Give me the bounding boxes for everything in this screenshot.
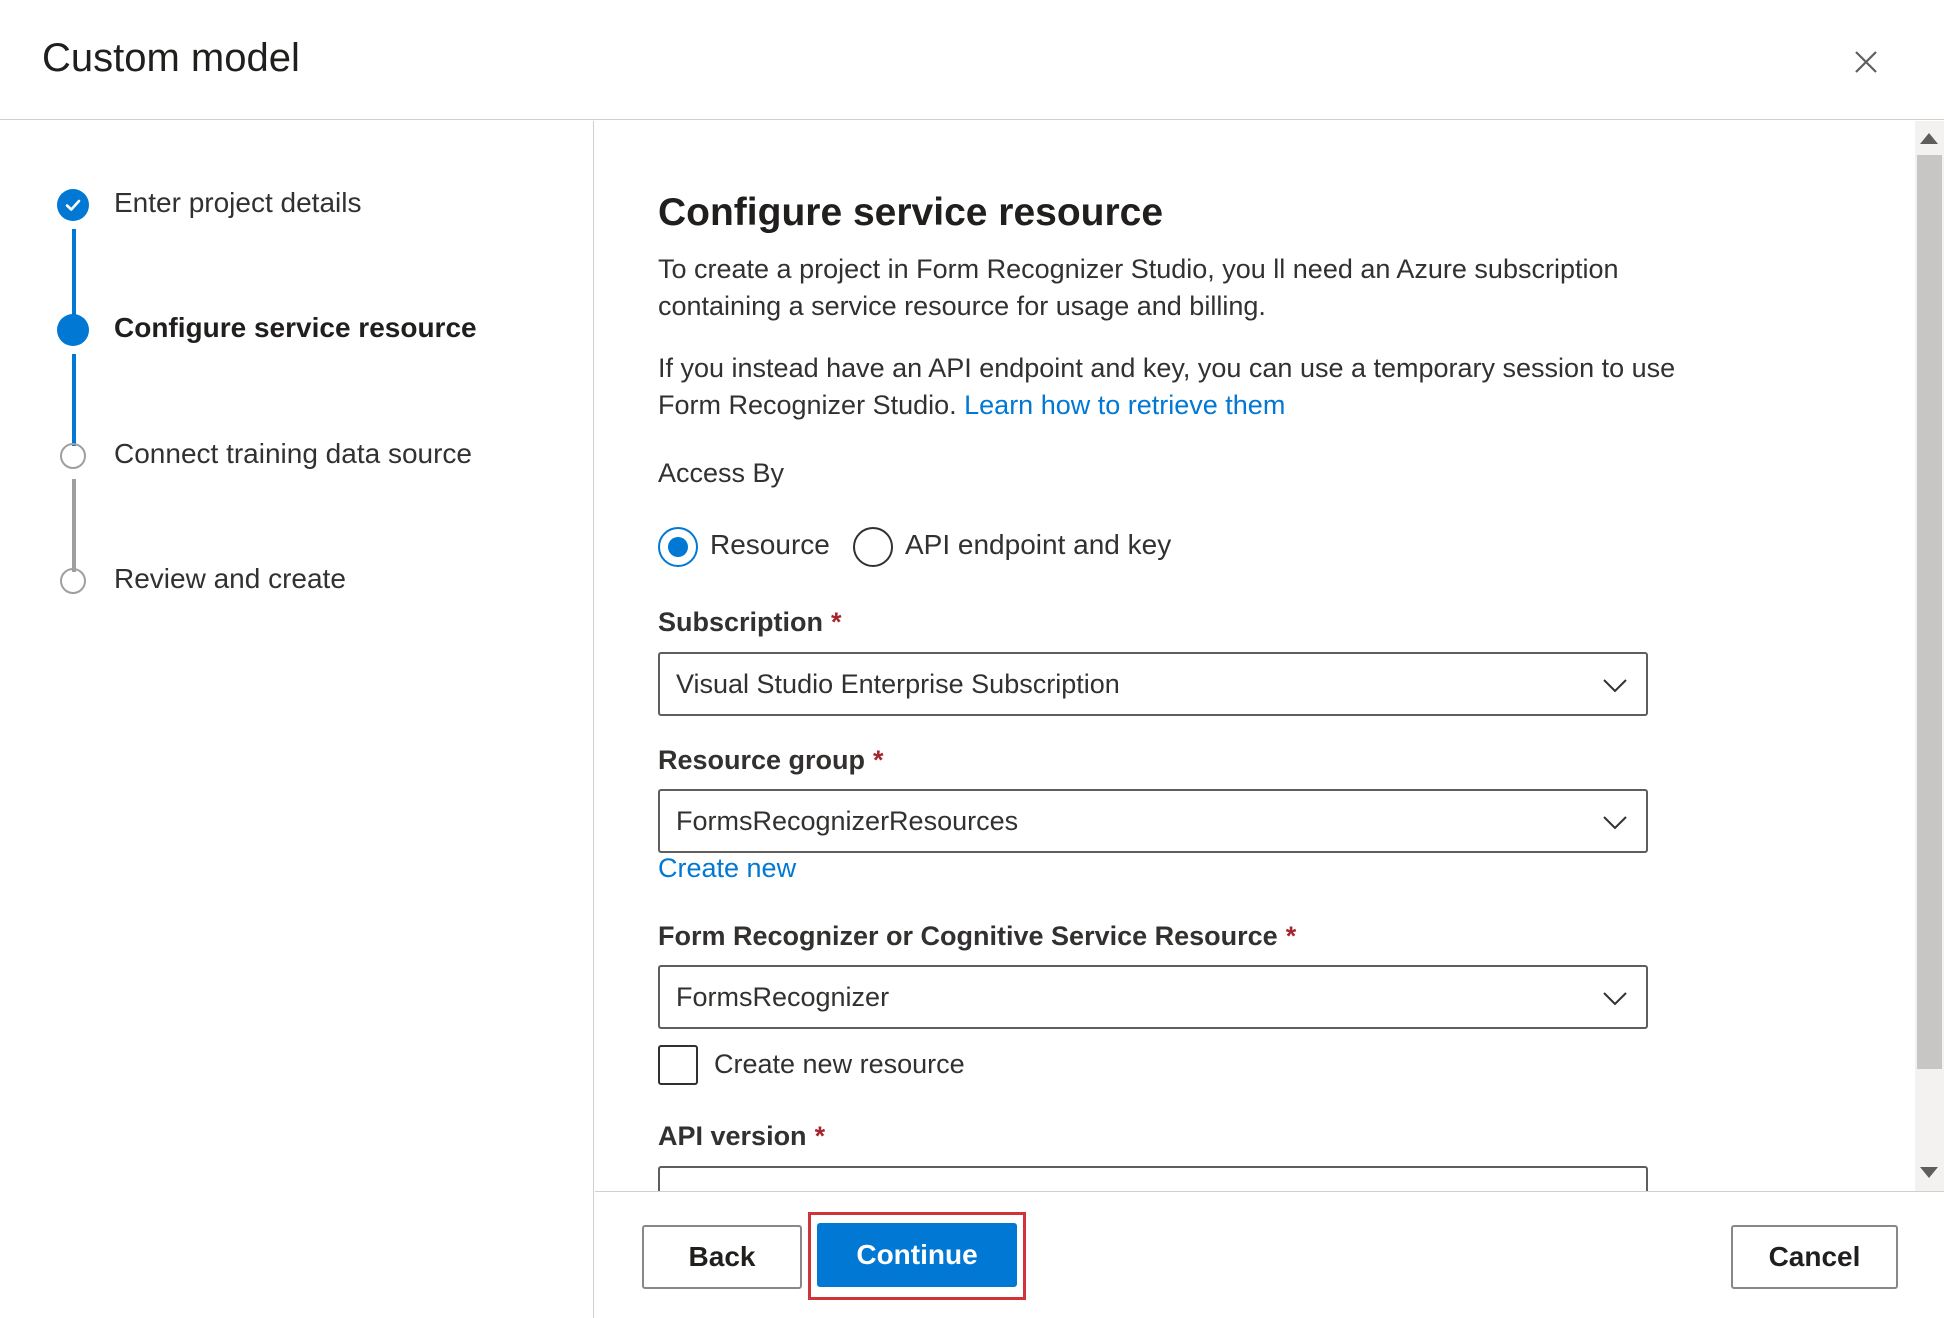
dropdown-value: FormsRecognizer (676, 982, 890, 1012)
dropdown-value: Visual Studio Enterprise Subscription (676, 669, 1120, 699)
checkbox-label: Create new resource (714, 1049, 965, 1079)
step-connector (72, 479, 76, 572)
dialog-title: Custom model (42, 36, 300, 80)
step-review-and-create: Review and create (0, 563, 560, 603)
radio-api-endpoint[interactable]: API endpoint and key (853, 525, 1253, 569)
step-enter-project-details: Enter project details (0, 187, 560, 227)
scroll-up-arrow-icon[interactable] (1920, 133, 1938, 144)
dialog-header: Custom model (0, 0, 1944, 120)
resource-group-dropdown[interactable]: FormsRecognizerResources (658, 789, 1648, 853)
resource-group-label: Resource group * (658, 745, 884, 775)
intro-text: To create a project in Form Recognizer S… (658, 254, 1619, 321)
api-version-dropdown[interactable] (658, 1166, 1648, 1191)
empty-circle-icon (60, 443, 86, 469)
access-by-radio-group: Resource API endpoint and key (658, 525, 1358, 569)
alt-access-text: If you instead have an API endpoint and … (658, 350, 1708, 424)
access-by-label: Access By (658, 458, 785, 488)
required-mark: * (831, 607, 842, 637)
checkbox-unchecked-icon (658, 1045, 698, 1085)
required-mark: * (814, 1121, 826, 1151)
content-pane: Configure service resource To create a p… (595, 121, 1915, 1191)
step-label: Configure service resource (114, 312, 477, 343)
subscription-label: Subscription * (658, 607, 842, 637)
current-step-icon (57, 314, 89, 346)
dialog-footer: Back Continue Cancel (595, 1191, 1944, 1318)
back-button[interactable]: Back (642, 1225, 802, 1289)
required-mark: * (1285, 921, 1297, 951)
chevron-down-icon (1603, 679, 1627, 693)
api-version-label: API version * (658, 1121, 826, 1151)
step-connector (72, 229, 76, 321)
page-title: Configure service resource (658, 191, 1164, 234)
radio-unchecked-icon (853, 527, 893, 567)
radio-label: Resource (710, 529, 830, 560)
scroll-down-arrow-icon[interactable] (1920, 1167, 1938, 1178)
step-label: Review and create (114, 563, 346, 594)
create-new-link[interactable]: Create new (658, 853, 796, 884)
step-label: Connect training data source (114, 438, 472, 469)
empty-circle-icon (60, 568, 86, 594)
chevron-down-icon (1603, 816, 1627, 830)
close-icon[interactable] (1846, 42, 1886, 82)
dropdown-value: FormsRecognizerResources (676, 806, 1019, 836)
scroll-thumb[interactable] (1917, 155, 1942, 1069)
scrollbar[interactable] (1915, 121, 1944, 1191)
subscription-dropdown[interactable]: Visual Studio Enterprise Subscription (658, 652, 1648, 716)
cancel-button[interactable]: Cancel (1731, 1225, 1898, 1289)
radio-checked-icon (658, 527, 698, 567)
step-configure-service-resource: Configure service resource (0, 312, 560, 352)
wizard-steps: Enter project details Configure service … (0, 121, 594, 1318)
service-resource-label: Form Recognizer or Cognitive Service Res… (658, 921, 1297, 951)
step-connector (72, 354, 76, 446)
create-new-resource-checkbox[interactable]: Create new resource (658, 1045, 1058, 1087)
required-mark: * (873, 745, 884, 775)
continue-button[interactable]: Continue (817, 1223, 1017, 1287)
radio-resource[interactable]: Resource (658, 525, 838, 569)
learn-retrieve-link[interactable]: Learn how to retrieve them (964, 390, 1285, 420)
step-connect-training-data-source: Connect training data source (0, 438, 560, 478)
step-label: Enter project details (114, 187, 362, 218)
chevron-down-icon (1603, 992, 1627, 1006)
check-circle-icon (57, 189, 89, 221)
service-resource-dropdown[interactable]: FormsRecognizer (658, 965, 1648, 1029)
radio-label: API endpoint and key (905, 529, 1172, 560)
